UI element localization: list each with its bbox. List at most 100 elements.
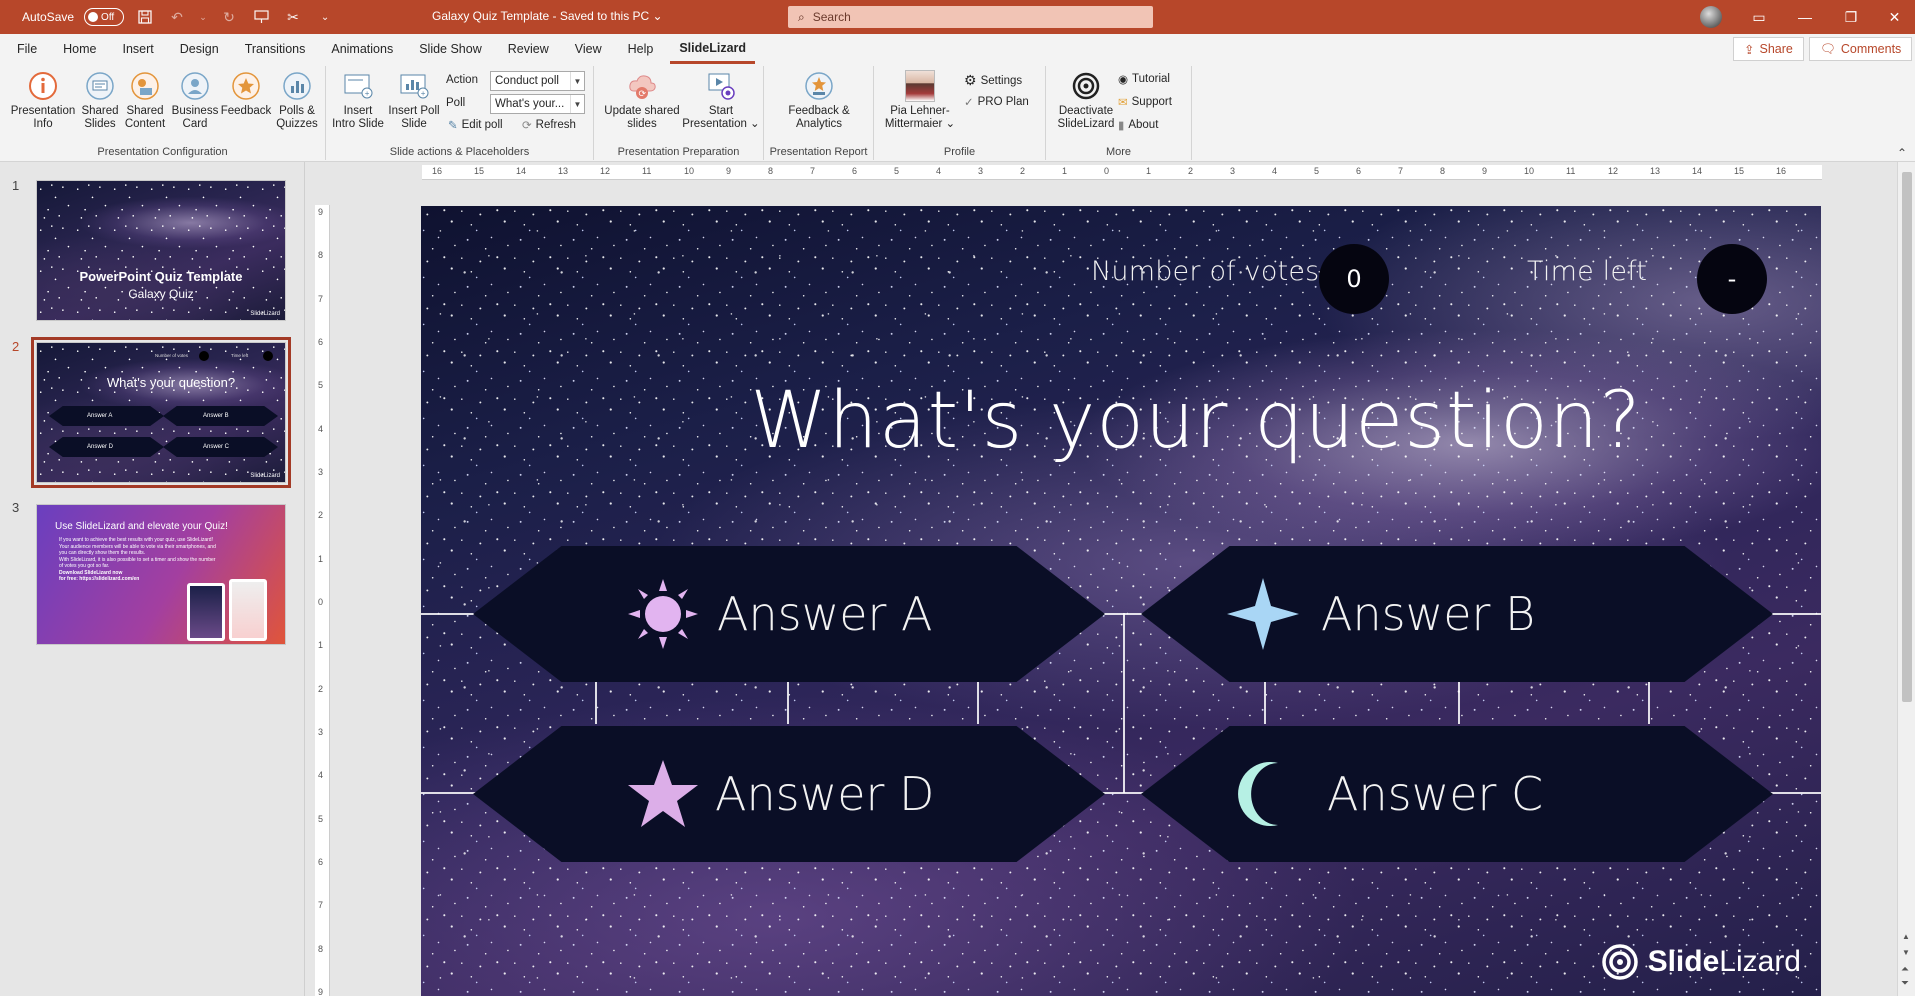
thumbnail-slide-3[interactable]: Use SlideLizard and elevate your Quiz! I…: [36, 504, 286, 645]
tab-review[interactable]: Review: [499, 34, 558, 64]
tutorial-label: Tutorial: [1132, 73, 1170, 85]
comments-button[interactable]: 🗨 Comments: [1809, 37, 1913, 61]
thumbnail-slide-2[interactable]: Number of votes Time left What's your qu…: [31, 337, 291, 488]
ruler-tick-label: 9: [726, 166, 732, 176]
collapse-ribbon-icon[interactable]: ⌃: [1897, 146, 1907, 160]
action-combo[interactable]: Conduct poll ▼: [490, 71, 585, 91]
polls-quizzes-label: Polls & Quizzes: [276, 105, 318, 130]
polls-quizzes-button[interactable]: Polls & Quizzes: [274, 70, 320, 131]
ribbon-display-options-icon[interactable]: ▭: [1736, 0, 1782, 34]
pro-plan-button[interactable]: ✓ PRO Plan: [964, 95, 1029, 109]
group-label: Profile: [943, 146, 976, 158]
answer-d-box[interactable]: Answer D: [473, 726, 1105, 862]
presentation-info-label: Presentation Info: [10, 105, 76, 130]
tools-icon[interactable]: ✂: [282, 6, 304, 28]
tab-slidelizard[interactable]: SlideLizard: [670, 34, 756, 64]
insert-poll-slide-button[interactable]: + Insert Poll Slide: [386, 70, 442, 131]
slide-canvas[interactable]: Number of votes 0 Time left - What's you…: [421, 206, 1821, 996]
sun-icon: [623, 574, 703, 654]
redo-icon[interactable]: ↻: [218, 6, 240, 28]
scroll-down-icon[interactable]: ▼: [1902, 948, 1910, 957]
menu-tabs: File Home Insert Design Transitions Anim…: [0, 34, 1915, 64]
ruler-tick-label: 7: [318, 900, 324, 911]
question-title[interactable]: What's your question?: [421, 376, 1821, 466]
settings-button[interactable]: ⚙ Settings: [964, 72, 1022, 89]
tutorial-button[interactable]: ◉ Tutorial: [1118, 72, 1170, 86]
ruler-tick-label: 12: [1608, 166, 1619, 176]
shared-content-button[interactable]: Shared Content: [122, 70, 168, 131]
save-icon[interactable]: [134, 6, 156, 28]
group-presentation-report: Feedback & Analytics Presentation Report: [764, 66, 874, 160]
about-button[interactable]: ▮ About: [1118, 118, 1158, 132]
ruler-tick-label: 8: [318, 250, 324, 261]
start-presentation-button[interactable]: Start Presentation ⌄: [682, 70, 760, 131]
presentation-info-button[interactable]: Presentation Info: [8, 70, 78, 131]
thumb-votes-label: Number of votes: [155, 353, 189, 358]
refresh-button[interactable]: ⟳ Refresh: [522, 118, 576, 132]
ruler-tick-label: 4: [318, 423, 324, 434]
undo-dropdown-icon[interactable]: ⌄: [198, 6, 208, 28]
user-avatar[interactable]: [1700, 6, 1722, 28]
business-card-button[interactable]: Business Card: [170, 70, 220, 131]
scroll-up-icon[interactable]: ▲: [1902, 932, 1910, 941]
edit-poll-button[interactable]: ✎ Edit poll: [448, 118, 503, 132]
vertical-scrollbar[interactable]: ▲ ▼ ⏶ ⏷: [1897, 162, 1915, 996]
thumb3-title: Use SlideLizard and elevate your Quiz!: [55, 521, 228, 532]
undo-icon[interactable]: ↶: [166, 6, 188, 28]
feedback-star-icon: [230, 70, 262, 102]
group-label: Slide actions & Placeholders: [389, 146, 530, 158]
tab-animations[interactable]: Animations: [322, 34, 402, 64]
shared-slides-button[interactable]: Shared Slides: [78, 70, 122, 131]
refresh-icon: ⟳: [522, 120, 532, 132]
thumb-number: 3: [12, 500, 20, 515]
next-slide-icon[interactable]: ⏷: [1901, 978, 1909, 989]
info-icon: [27, 70, 59, 102]
ruler-tick-label: 3: [1230, 166, 1236, 176]
answer-a-box[interactable]: Answer A: [473, 546, 1105, 682]
comment-icon: 🗨: [1820, 41, 1836, 56]
thumb-number: 1: [12, 178, 20, 193]
tab-slide-show[interactable]: Slide Show: [410, 34, 491, 64]
insert-intro-slide-button[interactable]: + Insert Intro Slide: [332, 70, 384, 131]
profile-button[interactable]: Pia Lehner-Mittermaier ⌄: [880, 70, 960, 131]
tab-slidelizard-label: SlideLizard: [679, 41, 747, 55]
search-input[interactable]: [812, 10, 1113, 24]
thumbnail-slide-1[interactable]: PowerPoint Quiz Template Galaxy Quiz Sli…: [36, 180, 286, 321]
share-button[interactable]: ⇪ Share: [1733, 37, 1804, 61]
action-combo-value: Conduct poll: [495, 75, 559, 87]
ruler-tick-label: 15: [474, 166, 485, 176]
ruler-tick-label: 14: [1692, 166, 1703, 176]
document-title[interactable]: Galaxy Quiz Template - Saved to this PC …: [432, 9, 663, 23]
ruler-tick-label: 5: [1314, 166, 1320, 176]
tab-home[interactable]: Home: [54, 34, 105, 64]
search-box[interactable]: ⌕: [788, 6, 1153, 28]
tab-file[interactable]: File: [8, 34, 46, 64]
restore-icon[interactable]: ❐: [1828, 0, 1874, 34]
support-button[interactable]: ✉ Support: [1118, 95, 1172, 109]
tab-insert[interactable]: Insert: [114, 34, 163, 64]
feedback-button[interactable]: Feedback: [220, 70, 272, 118]
close-icon[interactable]: ✕: [1874, 0, 1915, 34]
tab-design[interactable]: Design: [171, 34, 228, 64]
customize-toolbar-icon[interactable]: ⌄: [314, 6, 336, 28]
ruler-tick-label: 0: [1104, 166, 1110, 176]
feedback-analytics-button[interactable]: Feedback & Analytics: [774, 70, 864, 131]
answer-c-box[interactable]: Answer C: [1141, 726, 1773, 862]
connector-line: [1648, 682, 1650, 724]
tab-help[interactable]: Help: [619, 34, 663, 64]
deactivate-slidelizard-button[interactable]: Deactivate SlideLizard: [1054, 70, 1118, 131]
ruler-tick-label: 1: [318, 553, 324, 564]
shared-content-icon: [129, 70, 161, 102]
answer-b-box[interactable]: Answer B: [1141, 546, 1773, 682]
update-shared-slides-button[interactable]: ⟳ Update shared slides: [602, 70, 682, 131]
ruler-tick-label: 6: [318, 857, 324, 867]
tab-transitions[interactable]: Transitions: [236, 34, 315, 64]
start-slideshow-icon[interactable]: [250, 6, 272, 28]
minimize-icon[interactable]: —: [1782, 0, 1828, 34]
tab-view[interactable]: View: [566, 34, 611, 64]
scrollbar-thumb[interactable]: [1902, 172, 1912, 702]
poll-combo[interactable]: What's your... ▼: [490, 94, 585, 114]
previous-slide-icon[interactable]: ⏶: [1901, 964, 1909, 975]
autosave-toggle[interactable]: Off: [84, 8, 125, 26]
profile-name: Pia Lehner-Mittermaier ⌄: [884, 105, 956, 130]
